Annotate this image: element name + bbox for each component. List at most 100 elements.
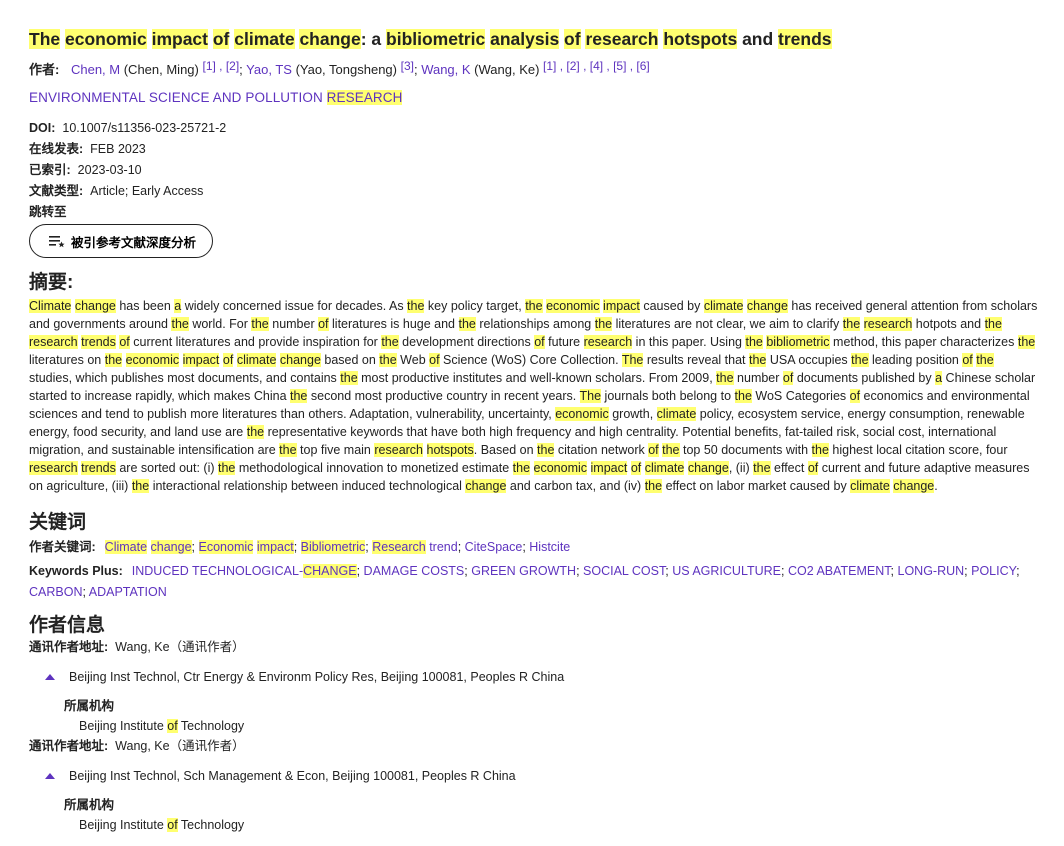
record-page: The economic impact of climate change: a…	[0, 0, 1041, 835]
text-segment: future	[544, 335, 584, 349]
keyword-link[interactable]: ADAPTATION	[89, 585, 167, 599]
highlighted-term: the	[976, 353, 994, 367]
meta-indexed: 已索引: 2023-03-10	[29, 160, 1041, 181]
affiliation-ref-link[interactable]: , [2]	[556, 59, 580, 73]
highlighted-term: the	[662, 443, 680, 457]
keyword-link[interactable]: US AGRICULTURE	[672, 564, 781, 578]
meta-label: 跳转至	[29, 205, 67, 219]
highlighted-term: the	[290, 389, 308, 403]
text-segment: widely concerned issue for decades. As	[181, 299, 408, 313]
keyword-link[interactable]: CO2 ABATEMENT	[788, 564, 891, 578]
keyword-link[interactable]: LONG-RUN	[898, 564, 965, 578]
affiliation-ref-link[interactable]: , [4]	[580, 59, 603, 73]
highlighted-term: the	[745, 335, 763, 349]
keyword-link[interactable]: CARBON	[29, 585, 82, 599]
highlighted-term: of	[962, 353, 973, 367]
collapse-triangle-icon[interactable]	[45, 674, 55, 680]
corresponding-block: 通讯作者地址: Wang, Ke（通讯作者） Beijing Inst Techn…	[29, 637, 1041, 736]
keyword-link[interactable]: POLICY	[971, 564, 1016, 578]
highlighted-term: the	[379, 353, 397, 367]
author-link[interactable]: Wang, K	[421, 62, 470, 77]
analysis-button-label: 被引参考文献深度分析	[71, 235, 197, 250]
highlighted-term: of	[167, 818, 178, 832]
text-segment: POLICY	[971, 564, 1017, 578]
keyword-separator: ;	[356, 564, 364, 578]
text-segment: in this paper. Using	[632, 335, 746, 349]
affiliation-ref-link[interactable]: , [5]	[603, 59, 626, 73]
keyword-separator: ;	[890, 564, 898, 578]
author-link[interactable]: Yao, TS	[246, 62, 292, 77]
affiliation-ref-link[interactable]: [1]	[202, 59, 215, 73]
highlighted-term: hotspots	[663, 29, 738, 49]
highlighted-term: of	[119, 335, 130, 349]
corresponding-block: 通讯作者地址: Wang, Ke（通讯作者） Beijing Inst Techn…	[29, 736, 1041, 835]
highlighted-term: hotspots	[426, 443, 474, 457]
highlighted-term: Climate	[29, 299, 72, 313]
abstract-heading: 摘要:	[29, 272, 74, 293]
corresponding-author: Wang, Ke（通讯作者）	[115, 739, 245, 753]
record-meta: DOI: 10.1007/s11356-023-25721-2 在线发表: FEB …	[29, 118, 1041, 223]
author-link[interactable]: Chen, M	[71, 62, 120, 77]
journal-link[interactable]: ENVIRONMENTAL SCIENCE AND POLLUTION RESE…	[29, 90, 403, 105]
highlighted-term: economic	[546, 299, 600, 313]
author-full-name: (Wang, Ke)	[470, 62, 544, 77]
corresponding-author: Wang, Ke（通讯作者）	[115, 640, 245, 654]
address-row[interactable]: Beijing Inst Technol, Sch Management & E…	[45, 766, 1041, 786]
text-segment: effect on labor market caused by	[662, 479, 851, 493]
keyword-link[interactable]: INDUCED TECHNOLOGICAL-CHANGE	[132, 564, 357, 578]
highlighted-term: economic	[533, 461, 588, 475]
text-segment: based on	[320, 353, 380, 367]
text-segment: world. For	[188, 317, 252, 331]
text-segment: interactional relationship between induc…	[149, 479, 466, 493]
text-segment: highest local citation score, four	[828, 443, 1008, 457]
affiliation-name: Beijing Institute of Technology	[79, 716, 1041, 736]
keywords-plus-label: Keywords Plus:	[29, 564, 123, 578]
text-segment: LONG-RUN	[897, 564, 965, 578]
affiliation-ref-link[interactable]: [3]	[401, 59, 414, 73]
cited-references-analysis-button[interactable]: 被引参考文献深度分析	[29, 224, 214, 258]
affiliation-ref-link[interactable]: [1]	[543, 59, 556, 73]
highlighted-term: RESEARCH	[326, 90, 403, 105]
keyword-link[interactable]: SOCIAL COST	[583, 564, 665, 578]
collapse-triangle-icon[interactable]	[45, 773, 55, 779]
text-segment: : a	[360, 29, 387, 49]
highlighted-term: bibliometric	[386, 29, 486, 49]
address-row[interactable]: Beijing Inst Technol, Ctr Energy & Envir…	[45, 667, 1041, 687]
highlighted-term: change	[687, 461, 729, 475]
highlighted-term: trends	[81, 335, 116, 349]
keyword-link[interactable]: Economic impact	[198, 540, 294, 554]
highlighted-term: research	[585, 29, 659, 49]
text-segment: GREEN GROWTH	[471, 564, 577, 578]
text-segment: effect	[770, 461, 808, 475]
highlighted-term: change	[465, 479, 507, 493]
address-text: Beijing Inst Technol, Ctr Energy & Envir…	[69, 670, 565, 684]
affiliation-ref-link[interactable]: , [2]	[216, 59, 239, 73]
corresponding-label: 通讯作者地址:	[29, 739, 109, 753]
keyword-link[interactable]: DAMAGE COSTS	[364, 564, 465, 578]
keyword-link[interactable]: Research trend	[372, 540, 458, 554]
highlighted-term: the	[104, 353, 123, 367]
meta-published: 在线发表: FEB 2023	[29, 139, 1041, 160]
text-segment: growth,	[608, 407, 657, 421]
text-segment: literatures on	[29, 353, 105, 367]
keyword-link[interactable]: Climate change	[104, 540, 192, 554]
highlighted-term: the	[851, 353, 869, 367]
text-segment: citation network	[554, 443, 649, 457]
highlighted-term: of	[564, 29, 581, 49]
journal-name[interactable]: ENVIRONMENTAL SCIENCE AND POLLUTION RESE…	[29, 90, 1041, 105]
highlighted-term: Climate	[104, 540, 148, 554]
keyword-link[interactable]: Histcite	[529, 540, 570, 554]
highlighted-term: change	[74, 299, 116, 313]
highlighted-term: impact	[603, 299, 640, 313]
keyword-link[interactable]: CiteSpace	[465, 540, 523, 554]
highlighted-term: change	[299, 29, 361, 49]
text-segment: methodological innovation to monetized e…	[235, 461, 513, 475]
keyword-link[interactable]: Bibliometric	[300, 540, 366, 554]
keyword-link[interactable]: GREEN GROWTH	[471, 564, 576, 578]
highlighted-term: economic	[555, 407, 609, 421]
highlighted-term: climate	[703, 299, 744, 313]
affiliation-ref-link[interactable]: , [6]	[626, 59, 650, 73]
text-segment: studies, which publishes most documents,…	[29, 371, 341, 385]
highlighted-term: the	[748, 353, 767, 367]
author-info: 通讯作者地址: Wang, Ke（通讯作者） Beijing Inst Techn…	[29, 637, 1041, 835]
